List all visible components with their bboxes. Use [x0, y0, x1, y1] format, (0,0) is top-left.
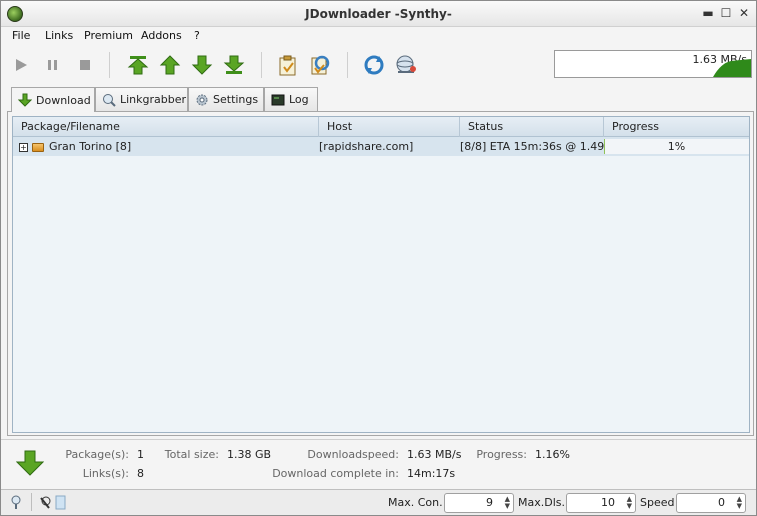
- progress-cell: 1%: [604, 137, 749, 156]
- window-title: JDownloader -Synthy-: [305, 7, 452, 21]
- tab-log-label: Log: [289, 93, 309, 106]
- download-arrow-icon: [18, 93, 32, 107]
- packages-value: 1: [137, 448, 144, 461]
- progress-text: 1%: [667, 140, 686, 153]
- bottom-bar: Max. Con. 9 ▲ ▼ Max.Dls. 10 ▲ ▼ Speed 0 ▲ ▼: [1, 489, 756, 515]
- download-status-icon: [16, 450, 44, 476]
- close-button[interactable]: ✕: [737, 6, 751, 20]
- toolbar-separator: [261, 52, 262, 78]
- move-top-icon[interactable]: [125, 52, 151, 78]
- tab-download[interactable]: Download: [11, 87, 95, 112]
- download-table: Package/Filename Host Status Progress + G…: [12, 116, 750, 433]
- log-icon: [271, 94, 285, 105]
- menu-help[interactable]: ?: [194, 29, 200, 42]
- total-size-label: Total size:: [164, 448, 219, 461]
- tab-settings[interactable]: Settings: [188, 87, 264, 111]
- max-dls-label: Max.Dls.: [518, 496, 565, 509]
- move-bottom-icon[interactable]: [221, 52, 247, 78]
- column-header-progress[interactable]: Progress: [604, 117, 749, 137]
- total-size-value: 1.38 GB: [227, 448, 272, 461]
- status-summary: Package(s): 1 Total size: 1.38 GB Downlo…: [1, 439, 756, 489]
- clipboard-icon[interactable]: [275, 52, 301, 78]
- max-con-spinner[interactable]: 9 ▲ ▼: [444, 493, 514, 513]
- minimize-button[interactable]: ▬: [701, 6, 715, 20]
- download-panel: Package/Filename Host Status Progress + G…: [7, 111, 754, 436]
- reconnect-icon[interactable]: [307, 52, 333, 78]
- speed-limit-spinner[interactable]: 0 ▲ ▼: [676, 493, 746, 513]
- premium-icon[interactable]: [393, 52, 419, 78]
- menu-bar: File Links Premium Addons ?: [1, 27, 756, 46]
- package-icon: [32, 142, 44, 152]
- package-cell: + Gran Torino [8]: [19, 137, 319, 156]
- play-icon[interactable]: [8, 52, 34, 78]
- status-separator: [31, 493, 32, 511]
- title-bar: JDownloader -Synthy- ▬ ☐ ✕: [1, 1, 756, 27]
- column-header-status[interactable]: Status: [460, 117, 604, 137]
- column-header-host[interactable]: Host: [319, 117, 460, 137]
- tab-download-label: Download: [36, 93, 91, 107]
- complete-value: 14m:17s: [407, 467, 456, 480]
- move-down-icon[interactable]: [189, 52, 215, 78]
- app-window: JDownloader -Synthy- ▬ ☐ ✕ File Links Pr…: [0, 0, 757, 516]
- progress-bar: 1%: [604, 139, 749, 154]
- tab-log[interactable]: Log: [264, 87, 318, 111]
- host-cell: [rapidshare.com]: [319, 140, 414, 153]
- toolbar: 1.63 MB/s: [1, 46, 756, 86]
- max-dls-value: 10: [601, 496, 615, 509]
- move-up-icon[interactable]: [157, 52, 183, 78]
- gear-icon: [196, 94, 208, 105]
- menu-file[interactable]: File: [12, 29, 30, 42]
- update-icon[interactable]: [361, 52, 387, 78]
- connection-icon[interactable]: [9, 494, 25, 510]
- toolbar-separator: [347, 52, 348, 78]
- speed-graph: [713, 59, 751, 77]
- tab-linkgrabber-label: Linkgrabber: [120, 93, 187, 106]
- spinner-arrows-icon[interactable]: ▲ ▼: [737, 496, 742, 510]
- stop-icon[interactable]: [72, 52, 98, 78]
- spinner-arrows-icon[interactable]: ▲ ▼: [627, 496, 632, 510]
- package-name: Gran Torino [8]: [49, 140, 132, 153]
- speed-limit-label: Speed: [640, 496, 675, 509]
- menu-addons[interactable]: Addons: [141, 29, 182, 42]
- links-label: Links(s):: [82, 467, 129, 480]
- clipboard-observer-icon[interactable]: [39, 494, 69, 510]
- tab-settings-label: Settings: [213, 93, 259, 106]
- progress-label: Progress:: [476, 448, 527, 461]
- linkgrabber-icon: [103, 93, 116, 107]
- menu-premium[interactable]: Premium: [84, 29, 133, 42]
- downloadspeed-value: 1.63 MB/s: [407, 448, 462, 461]
- tab-linkgrabber[interactable]: Linkgrabber: [95, 87, 188, 111]
- column-header-package[interactable]: Package/Filename: [13, 117, 319, 137]
- speed-meter: 1.63 MB/s: [554, 50, 752, 78]
- toolbar-separator: [109, 52, 110, 78]
- packages-label: Package(s):: [65, 448, 129, 461]
- downloadspeed-label: Downloadspeed:: [307, 448, 399, 461]
- menu-links[interactable]: Links: [45, 29, 73, 42]
- complete-label: Download complete in:: [272, 467, 399, 480]
- expand-toggle[interactable]: +: [19, 142, 28, 152]
- progress-value: 1.16%: [535, 448, 570, 461]
- pause-icon[interactable]: [40, 52, 66, 78]
- speed-limit-value: 0: [718, 496, 725, 509]
- max-con-label: Max. Con.: [388, 496, 443, 509]
- maximize-button[interactable]: ☐: [719, 6, 733, 20]
- table-header: Package/Filename Host Status Progress: [13, 117, 749, 137]
- links-value: 8: [137, 467, 144, 480]
- max-dls-spinner[interactable]: 10 ▲ ▼: [566, 493, 636, 513]
- max-con-value: 9: [486, 496, 493, 509]
- status-cell: [8/8] ETA 15m:36s @ 1.49 MB/s: [460, 140, 604, 153]
- table-row[interactable]: + Gran Torino [8] [rapidshare.com] [8/8] …: [13, 137, 749, 156]
- spinner-arrows-icon[interactable]: ▲ ▼: [505, 496, 510, 510]
